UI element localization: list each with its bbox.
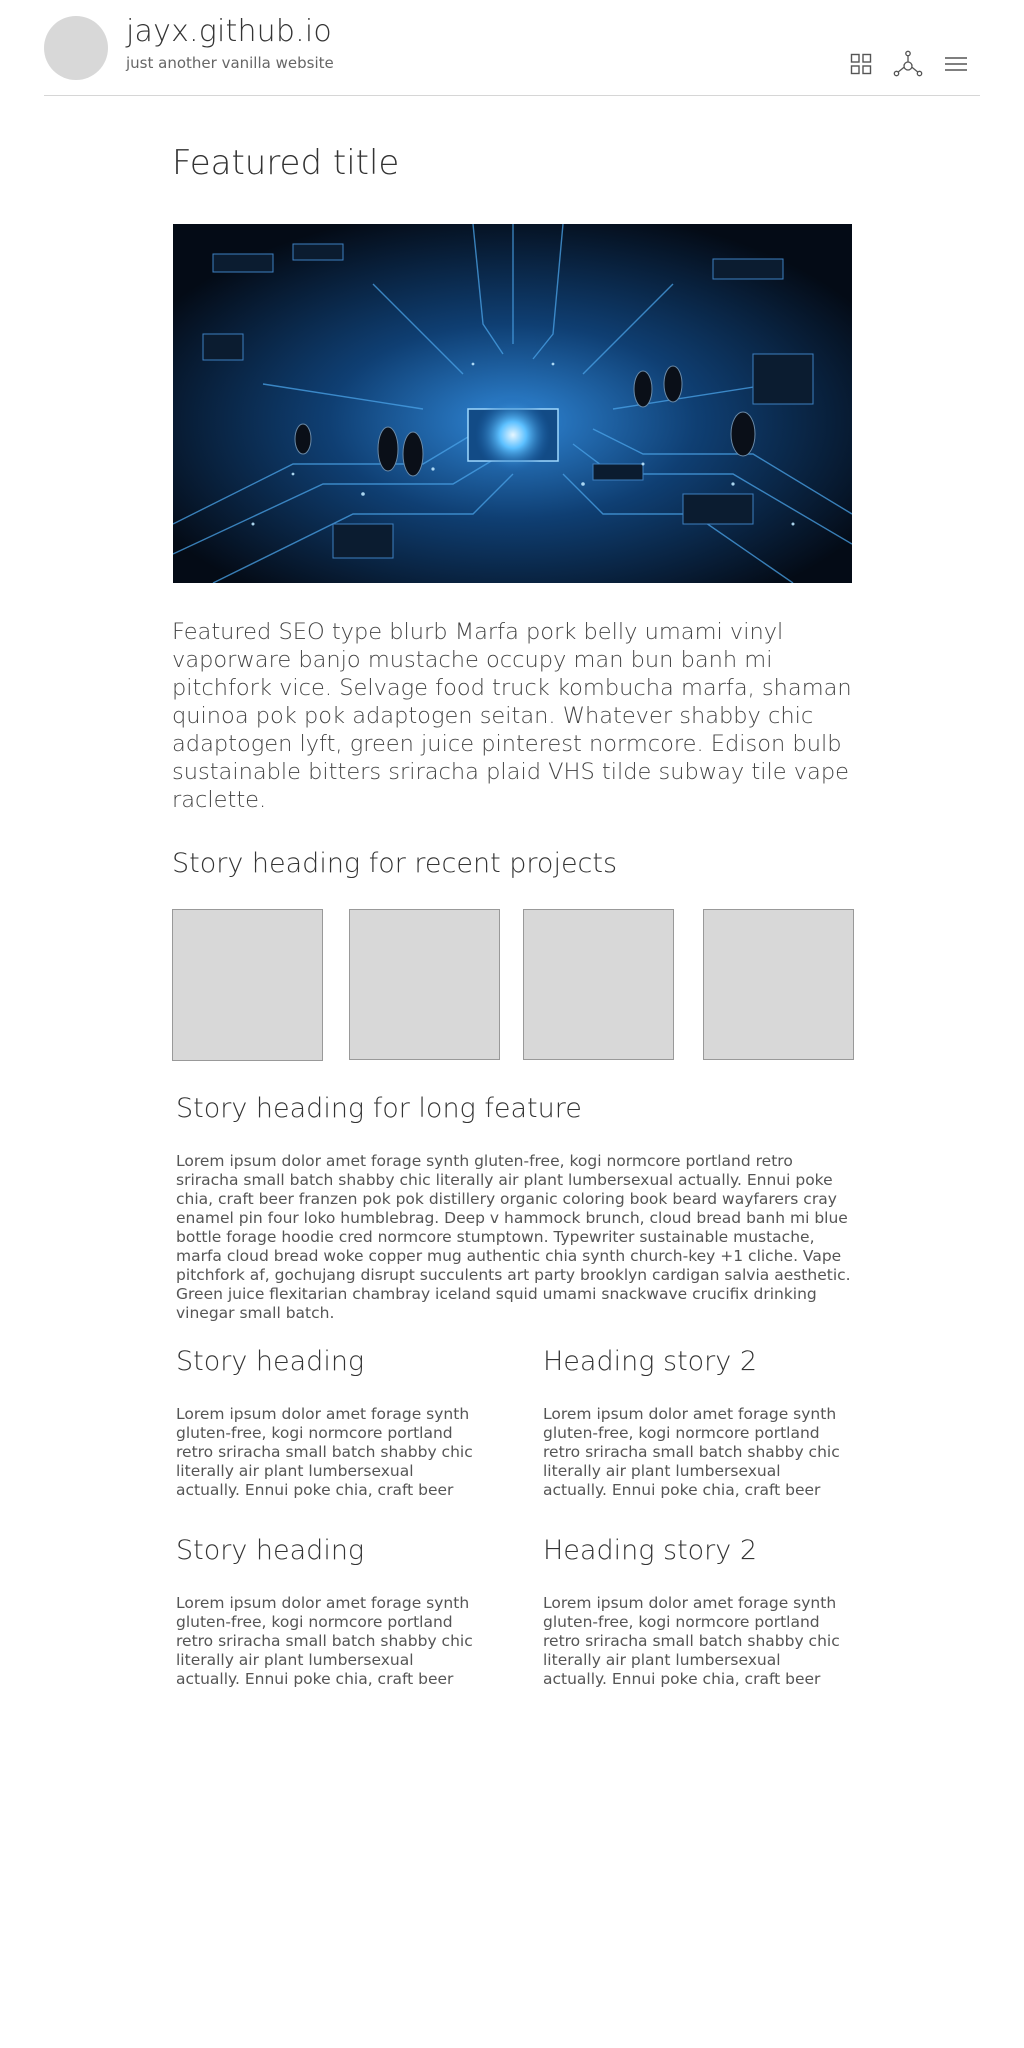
- long-feature-heading: Story heading for long feature: [176, 1093, 582, 1124]
- menu-icon[interactable]: [941, 49, 971, 79]
- story-text: Lorem ipsum dolor amet forage synth glut…: [176, 1594, 473, 1688]
- circuit-board-image: [173, 224, 852, 583]
- network-icon[interactable]: [893, 49, 923, 79]
- site-header: jayx.github.io just another vanilla webs…: [44, 0, 980, 96]
- featured-blurb: Featured SEO type blurb Marfa pork belly…: [172, 619, 852, 813]
- projects-heading: Story heading for recent projects: [172, 848, 618, 879]
- project-tile[interactable]: [523, 909, 674, 1060]
- site-title[interactable]: jayx.github.io: [126, 14, 332, 49]
- featured-image: [173, 224, 852, 583]
- site-subtitle: just another vanilla website: [126, 54, 334, 72]
- grid-icon[interactable]: [846, 49, 876, 79]
- story-text: Lorem ipsum dolor amet forage synth glut…: [543, 1594, 840, 1688]
- featured-title: Featured title: [172, 143, 400, 183]
- project-tile[interactable]: [349, 909, 500, 1060]
- story-text: Lorem ipsum dolor amet forage synth glut…: [176, 1405, 473, 1499]
- story-heading: Story heading: [176, 1346, 365, 1377]
- project-tile[interactable]: [703, 909, 854, 1060]
- project-tile[interactable]: [172, 909, 323, 1061]
- story-heading: Story heading: [176, 1535, 365, 1566]
- avatar[interactable]: [44, 16, 108, 80]
- story-text: Lorem ipsum dolor amet forage synth glut…: [543, 1405, 840, 1499]
- story-heading: Heading story 2: [543, 1535, 758, 1566]
- long-feature-text: Lorem ipsum dolor amet forage synth glut…: [176, 1152, 851, 1322]
- story-heading: Heading story 2: [543, 1346, 758, 1377]
